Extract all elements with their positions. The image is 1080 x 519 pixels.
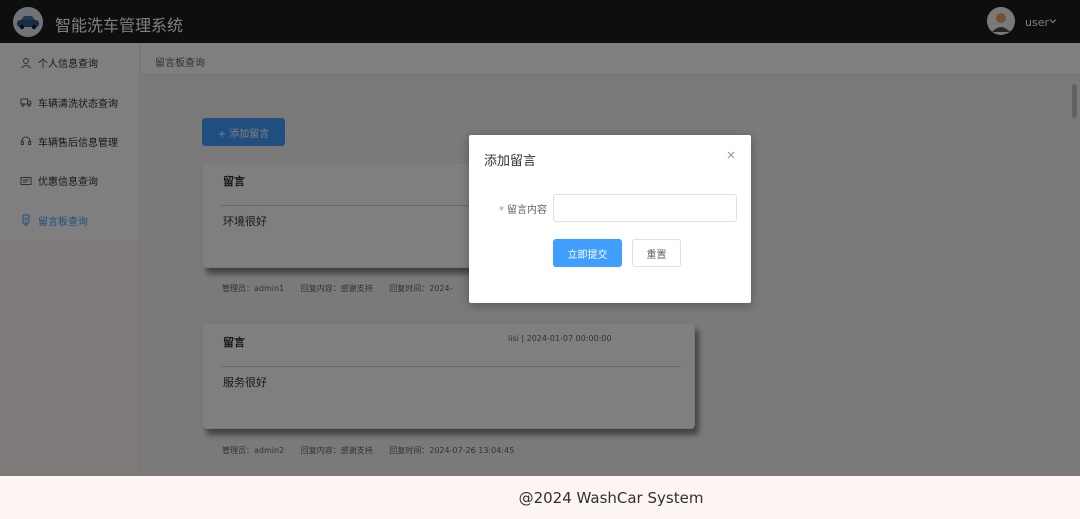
dialog-title: 添加留言 <box>484 154 537 169</box>
submit-button[interactable]: 立即提交 <box>553 239 622 267</box>
close-icon[interactable] <box>725 149 737 161</box>
message-content-input[interactable] <box>553 194 737 222</box>
footer: @2024 WashCar System <box>0 476 1080 519</box>
add-message-dialog: 添加留言 * 留言内容 立即提交 重置 <box>469 135 751 303</box>
required-mark: * <box>499 205 504 216</box>
field-label-text: 留言内容 <box>507 205 547 216</box>
reset-button[interactable]: 重置 <box>632 239 681 267</box>
footer-text: @2024 WashCar System <box>518 489 704 507</box>
message-content-label: * 留言内容 <box>499 201 547 216</box>
